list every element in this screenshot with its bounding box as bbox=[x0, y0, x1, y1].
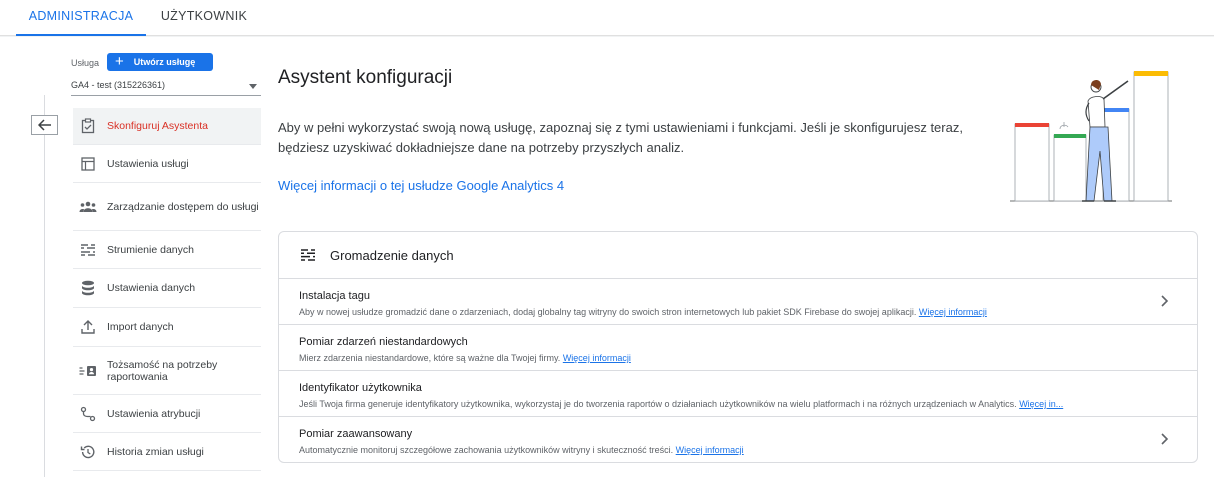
sidebar-divider bbox=[44, 95, 45, 477]
sidebar-nav: Skonfiguruj Asystenta Ustawienia usługi … bbox=[73, 108, 261, 471]
page-title: Asystent konfiguracji bbox=[278, 67, 453, 88]
tab-uzytkownik[interactable]: UŻYTKOWNIK bbox=[150, 0, 258, 36]
create-property-label: Utwórz usługę bbox=[133, 57, 196, 67]
sidebar-item-label: Zarządzanie dostępem do usługi bbox=[107, 200, 259, 213]
property-selected-value: GA4 - test (315226361) bbox=[71, 80, 166, 90]
sidebar-item-label: Historia zmian usługi bbox=[107, 445, 204, 458]
top-tab-bar: ADMINISTRACJA UŻYTKOWNIK bbox=[0, 0, 1214, 36]
sidebar-item-access-management[interactable]: Zarządzanie dostępem do usługi bbox=[73, 183, 261, 231]
sidebar-item-property-settings[interactable]: Ustawienia usługi bbox=[73, 145, 261, 183]
sidebar-item-setup-assistant[interactable]: Skonfiguruj Asystenta bbox=[73, 108, 261, 145]
caret-down-icon bbox=[249, 84, 257, 89]
create-property-button[interactable]: + Utwórz usługę bbox=[107, 53, 213, 71]
card-header: Gromadzenie danych bbox=[279, 232, 1197, 279]
data-collection-icon bbox=[301, 249, 315, 261]
more-info-link[interactable]: Więcej informacji o tej usłudze Google A… bbox=[278, 178, 564, 193]
sidebar-item-data-streams[interactable]: Strumienie danych bbox=[73, 231, 261, 269]
tab-administracja[interactable]: ADMINISTRACJA bbox=[16, 0, 146, 36]
attribution-icon bbox=[79, 405, 97, 423]
people-icon bbox=[79, 198, 97, 216]
card-title: Gromadzenie danych bbox=[330, 247, 454, 263]
learn-more-link[interactable]: Więcej in... bbox=[1019, 399, 1063, 409]
learn-more-link[interactable]: Więcej informacji bbox=[676, 445, 744, 455]
sidebar-item-change-history[interactable]: Historia zmian usługi bbox=[73, 433, 261, 471]
sidebar-item-label: Strumienie danych bbox=[107, 243, 194, 256]
property-selector[interactable]: GA4 - test (315226361) bbox=[71, 80, 261, 96]
sidebar-item-label: Import danych bbox=[107, 321, 174, 333]
upload-icon bbox=[79, 318, 97, 336]
sidebar-item-data-import[interactable]: Import danych bbox=[73, 308, 261, 347]
setup-row-enhanced-measurement[interactable]: Pomiar zaawansowany Automatycznie monito… bbox=[279, 417, 1197, 463]
window-icon bbox=[79, 155, 97, 173]
sidebar-item-reporting-identity[interactable]: Tożsamość na potrzeby raportowania bbox=[73, 347, 261, 395]
arrow-left-icon bbox=[37, 119, 51, 131]
row-title: Instalacja tagu bbox=[299, 290, 370, 302]
row-description: Mierz zdarzenia niestandardowe, które są… bbox=[299, 353, 631, 363]
row-title: Pomiar zdarzeń niestandardowych bbox=[299, 336, 468, 348]
back-button[interactable] bbox=[31, 115, 58, 135]
sidebar-item-label: Skonfiguruj Asystenta bbox=[107, 120, 208, 132]
sidebar-item-data-settings[interactable]: Ustawienia danych bbox=[73, 269, 261, 308]
setup-illustration bbox=[1010, 71, 1172, 202]
database-icon bbox=[79, 279, 97, 297]
row-description: Aby w nowej usłudze gromadzić dane o zda… bbox=[299, 307, 987, 317]
streams-icon bbox=[79, 241, 97, 259]
identity-icon bbox=[79, 362, 97, 380]
learn-more-link[interactable]: Więcej informacji bbox=[919, 307, 987, 317]
clipboard-check-icon bbox=[79, 117, 97, 135]
row-title: Identyfikator użytkownika bbox=[299, 382, 422, 394]
row-description: Automatycznie monitoruj szczegółowe zach… bbox=[299, 445, 744, 455]
sidebar-item-attribution-settings[interactable]: Ustawienia atrybucji bbox=[73, 395, 261, 433]
chevron-right-icon bbox=[1161, 295, 1169, 307]
learn-more-link[interactable]: Więcej informacji bbox=[563, 353, 631, 363]
property-label: Usługa bbox=[71, 58, 100, 68]
setup-row-user-id[interactable]: Identyfikator użytkownika Jeśli Twoja fi… bbox=[279, 371, 1197, 417]
setup-row-tag-installation[interactable]: Instalacja tagu Aby w nowej usłudze grom… bbox=[279, 279, 1197, 325]
plus-icon: + bbox=[115, 53, 124, 70]
sidebar-item-label: Ustawienia danych bbox=[107, 282, 196, 294]
setup-row-custom-events[interactable]: Pomiar zdarzeń niestandardowych Mierz zd… bbox=[279, 325, 1197, 371]
row-description: Jeśli Twoja firma generuje identyfikator… bbox=[299, 399, 1064, 409]
sidebar-item-label: Tożsamość na potrzeby raportowania bbox=[107, 358, 218, 383]
data-collection-card: Gromadzenie danych Instalacja tagu Aby w… bbox=[278, 231, 1198, 463]
chevron-right-icon bbox=[1161, 433, 1169, 445]
sidebar-item-label: Ustawienia atrybucji bbox=[107, 407, 201, 420]
row-title: Pomiar zaawansowany bbox=[299, 428, 413, 440]
admin-sidebar: Usługa + Utwórz usługę GA4 - test (31522… bbox=[0, 37, 270, 477]
main-content: Asystent konfiguracji Aby w pełni wykorz… bbox=[270, 37, 1214, 477]
history-icon bbox=[79, 443, 97, 461]
intro-text: Aby w pełni wykorzystać swoją nową usług… bbox=[278, 120, 963, 155]
sidebar-item-label: Ustawienia usługi bbox=[107, 157, 189, 170]
